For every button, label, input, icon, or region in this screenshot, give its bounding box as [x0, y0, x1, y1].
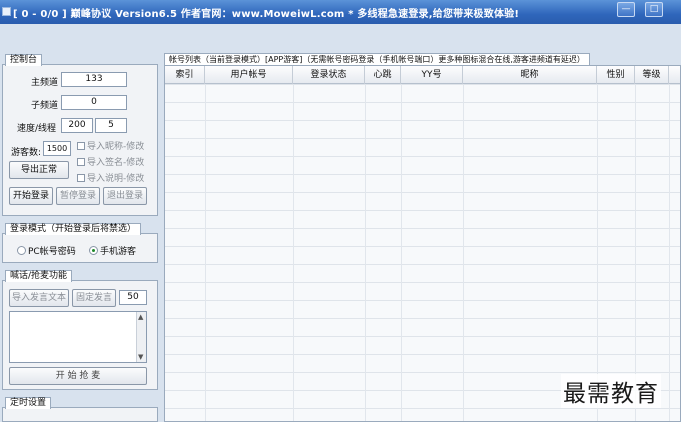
speed-thread-label: 速度/线程	[17, 124, 57, 134]
login-mode-group: 登录模式（开始登录后将禁选） PC帐号密码 手机游客	[2, 223, 158, 263]
column-divider	[401, 84, 402, 421]
column-user-account[interactable]: 用户帐号	[205, 66, 293, 84]
import-nickname-checkbox[interactable]: 导入昵称-修改	[77, 139, 144, 152]
column-divider	[293, 84, 294, 421]
column-index[interactable]: 索引	[165, 66, 205, 84]
exit-login-button[interactable]: 退出登录	[103, 187, 147, 205]
radio-selected-icon	[89, 246, 98, 255]
table-header: 索引 用户帐号 登录状态 心跳 YY号 昵称 性别 等级	[165, 66, 680, 84]
column-divider	[669, 84, 670, 421]
import-description-checkbox[interactable]: 导入说明-修改	[77, 171, 144, 184]
thread-input[interactable]: 5	[95, 118, 127, 133]
start-grab-mic-button[interactable]: 开 始 抢 麦	[9, 367, 147, 385]
watermark: 最需教育	[561, 374, 661, 408]
import-description-label: 导入说明-修改	[87, 174, 145, 184]
mobile-guest-label: 手机游客	[100, 247, 137, 257]
import-signature-label: 导入签名-修改	[87, 158, 145, 168]
scroll-down-icon[interactable]: ▼	[138, 353, 143, 361]
column-divider	[205, 84, 206, 421]
fixed-speech-button[interactable]: 固定发言	[72, 289, 116, 307]
speed-input[interactable]: 200	[61, 118, 93, 133]
main-channel-label: 主频道	[31, 78, 59, 88]
control-panel-group: 控制台 主频道 133 子频道 0 速度/线程 200 5 游客数: 1500 …	[2, 54, 158, 216]
column-level[interactable]: 等级	[635, 66, 669, 84]
mobile-guest-radio[interactable]: 手机游客	[89, 244, 136, 257]
window-title: [ 0 - 0/0 ] 巅峰协议 Version6.5 作者官网：www.Mow…	[13, 9, 520, 20]
account-list-tab[interactable]: 帐号列表（当前登录模式）[APP游客]（无需帐号密码登录（手机帐号端口）更多种图…	[164, 53, 590, 65]
column-nickname[interactable]: 昵称	[463, 66, 597, 84]
app-icon	[2, 7, 11, 16]
column-gender[interactable]: 性别	[597, 66, 635, 84]
sub-channel-input[interactable]: 0	[61, 95, 127, 110]
shout-group: 喊话/抢麦功能 导入发言文本 固定发言 50 ▲ ▼ 开 始 抢 麦	[2, 270, 158, 390]
login-mode-title: 登录模式（开始登录后将禁选）	[5, 223, 142, 235]
scrollbar[interactable]: ▲ ▼	[136, 312, 146, 362]
shout-title: 喊话/抢麦功能	[5, 270, 73, 282]
import-signature-checkbox[interactable]: 导入签名-修改	[77, 155, 144, 168]
start-login-button[interactable]: 开始登录	[9, 187, 53, 205]
pc-account-label: PC帐号密码	[28, 247, 76, 257]
column-divider	[597, 84, 598, 421]
column-yy-number[interactable]: YY号	[401, 66, 463, 84]
import-text-button[interactable]: 导入发言文本	[9, 289, 69, 307]
column-divider	[365, 84, 366, 421]
pause-login-button[interactable]: 暂停登录	[56, 187, 100, 205]
speech-textarea[interactable]: ▲ ▼	[9, 311, 147, 363]
import-nickname-label: 导入昵称-修改	[87, 142, 145, 152]
checkbox-icon	[77, 142, 85, 150]
account-list-table[interactable]: 索引 用户帐号 登录状态 心跳 YY号 昵称 性别 等级	[164, 65, 681, 422]
column-heartbeat[interactable]: 心跳	[365, 66, 401, 84]
sub-channel-label: 子频道	[31, 101, 59, 111]
pc-account-radio[interactable]: PC帐号密码	[17, 244, 76, 257]
export-normal-button[interactable]: 导出正常	[9, 161, 69, 179]
timer-group: 定时设置	[2, 397, 158, 422]
column-divider	[463, 84, 464, 421]
maximize-button[interactable]: □	[645, 2, 663, 17]
title-bar: [ 0 - 0/0 ] 巅峰协议 Version6.5 作者官网：www.Mow…	[0, 0, 681, 24]
main-channel-input[interactable]: 133	[61, 72, 127, 87]
guest-count-label: 游客数:	[11, 148, 42, 158]
control-panel-title: 控制台	[5, 54, 43, 66]
guest-count-input[interactable]: 1500	[43, 141, 71, 156]
checkbox-icon	[77, 158, 85, 166]
checkbox-icon	[77, 174, 85, 182]
timer-title: 定时设置	[5, 397, 52, 409]
radio-icon	[17, 246, 26, 255]
interval-input[interactable]: 50	[119, 290, 147, 305]
column-login-status[interactable]: 登录状态	[293, 66, 365, 84]
minimize-button[interactable]: —	[617, 2, 635, 17]
column-divider	[635, 84, 636, 421]
scroll-up-icon[interactable]: ▲	[138, 313, 143, 321]
